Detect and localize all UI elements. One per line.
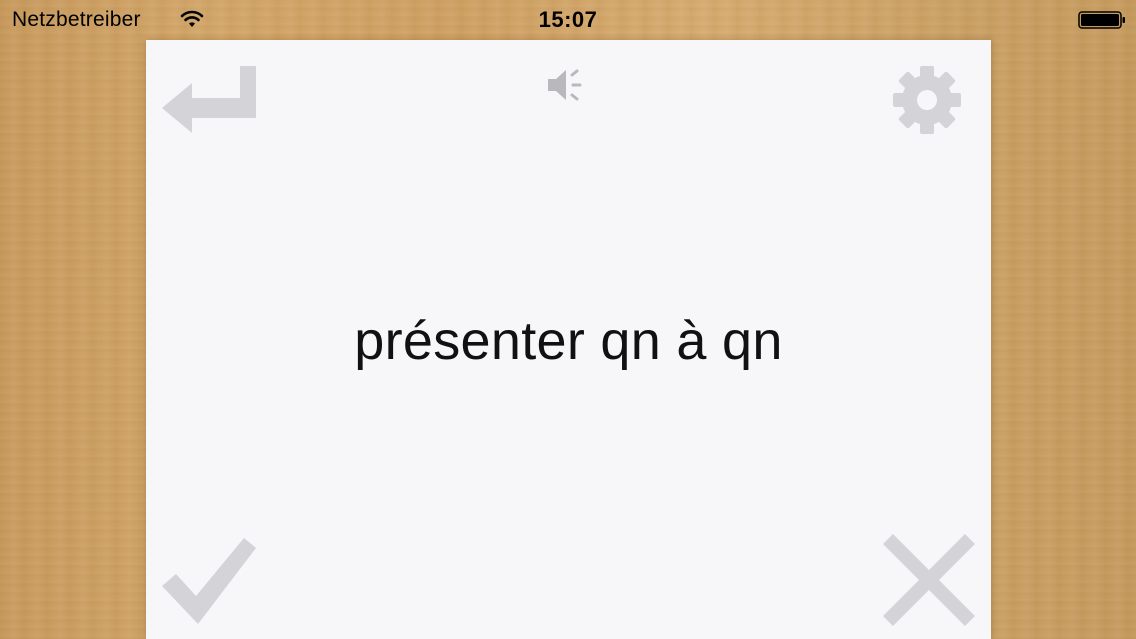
flashcard[interactable]: présenter qn à qn (146, 40, 991, 639)
speaker-icon[interactable] (546, 66, 588, 104)
return-arrow-icon[interactable] (158, 62, 258, 136)
flashcard-term: présenter qn à qn (354, 311, 783, 371)
status-bar: Netzbetreiber 15:07 (0, 0, 1136, 40)
gear-icon[interactable] (891, 64, 963, 136)
checkmark-icon[interactable] (158, 532, 258, 628)
status-time: 15:07 (538, 7, 598, 32)
battery-icon (1078, 11, 1125, 29)
cross-icon[interactable] (879, 528, 979, 628)
